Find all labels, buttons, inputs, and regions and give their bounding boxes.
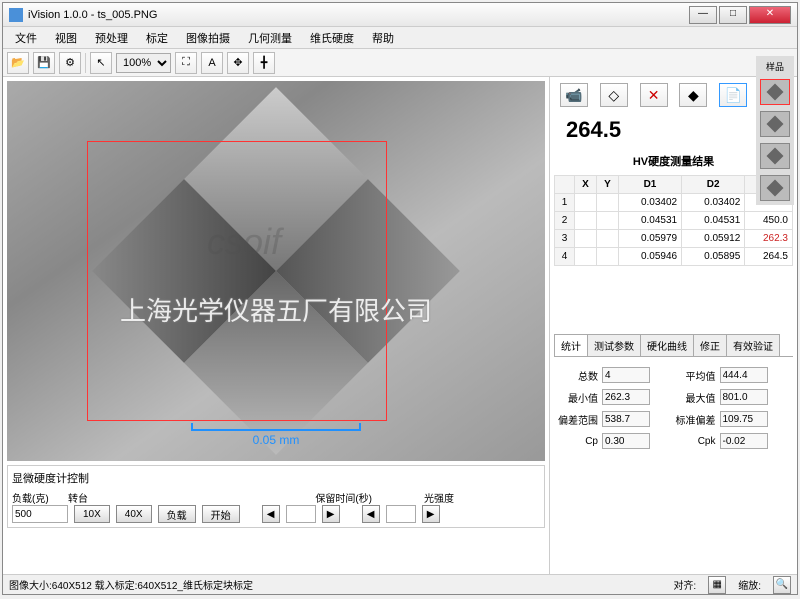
menubar: 文件 视图 预处理 标定 图像拍摄 几何测量 维氏硬度 帮助 xyxy=(3,27,797,49)
panel-title: 显微硬度计控制 xyxy=(12,470,540,486)
load-button[interactable]: 负载 xyxy=(158,505,196,523)
hold-next-button[interactable]: ▶ xyxy=(322,505,340,523)
selection-box[interactable] xyxy=(87,141,387,421)
table-row[interactable]: 30.059790.05912262.3 xyxy=(555,230,793,248)
light-label: 光强度 xyxy=(424,490,474,505)
hold-input[interactable] xyxy=(286,505,316,523)
stat-min xyxy=(602,389,650,405)
menu-file[interactable]: 文件 xyxy=(7,28,45,48)
tab-curve[interactable]: 硬化曲线 xyxy=(640,334,694,356)
close-button[interactable]: ✕ xyxy=(749,6,791,24)
stat-cp xyxy=(602,433,650,449)
minimize-button[interactable]: — xyxy=(689,6,717,24)
stat-avg xyxy=(720,367,768,383)
camera-icon[interactable]: 📹 xyxy=(560,83,588,107)
menu-help[interactable]: 帮助 xyxy=(364,28,402,48)
light-input[interactable] xyxy=(386,505,416,523)
scale-bar: 0.05 mm xyxy=(191,423,361,447)
window-title: iVision 1.0.0 - ts_005.PNG xyxy=(28,9,689,21)
diamond-icon[interactable]: ◇ xyxy=(600,83,628,107)
app-icon xyxy=(9,8,23,22)
menu-calibrate[interactable]: 标定 xyxy=(138,28,176,48)
pointer-icon[interactable]: ↖ xyxy=(90,52,112,74)
text-icon[interactable]: A xyxy=(201,52,223,74)
stat-stdev xyxy=(720,411,768,427)
turret-label: 转台 xyxy=(68,490,118,505)
thumbnail[interactable] xyxy=(760,175,790,201)
tab-correct[interactable]: 修正 xyxy=(693,334,727,356)
expand-icon[interactable]: ⛶ xyxy=(175,52,197,74)
turret-40x-button[interactable]: 40X xyxy=(116,505,152,523)
tab-params[interactable]: 测试参数 xyxy=(587,334,641,356)
light-prev-button[interactable]: ◀ xyxy=(362,505,380,523)
rotate-icon[interactable]: ◆ xyxy=(679,83,707,107)
toolbar: 📂 💾 ⚙ ↖ 100% ⛶ A ✥ ╋ xyxy=(3,49,797,77)
menu-capture[interactable]: 图像拍摄 xyxy=(178,28,238,48)
watermark-logo: csoif xyxy=(207,221,281,263)
thumbnail[interactable] xyxy=(760,111,790,137)
stats-tabs: 统计 测试参数 硬化曲线 修正 有效验证 xyxy=(554,334,793,357)
statusbar: 图像大小:640X512 载入标定:640X512_维氏标定块标定 对齐: ▦ … xyxy=(3,574,797,594)
watermark-text: 上海光学仪器五厂有限公司 xyxy=(7,291,545,328)
settings-icon[interactable]: ⚙ xyxy=(59,52,81,74)
status-zoom-label: 缩放: xyxy=(738,577,761,592)
crosshair-icon[interactable]: ╋ xyxy=(253,52,275,74)
turret-10x-button[interactable]: 10X xyxy=(74,505,110,523)
table-row[interactable]: 20.045310.04531450.0 xyxy=(555,212,793,230)
status-align-label: 对齐: xyxy=(673,577,696,592)
menu-view[interactable]: 视图 xyxy=(47,28,85,48)
tab-validate[interactable]: 有效验证 xyxy=(726,334,780,356)
scale-label: 0.05 mm xyxy=(191,433,361,447)
thumbnail-strip: 样品 xyxy=(756,56,794,205)
hardness-control-panel: 显微硬度计控制 负载(克) 转台 保留时间(秒) 光强度 10X 40X 负载 … xyxy=(7,465,545,528)
menu-preprocess[interactable]: 预处理 xyxy=(87,28,136,48)
zoom-button[interactable]: 🔍 xyxy=(773,576,791,594)
titlebar: iVision 1.0.0 - ts_005.PNG — □ ✕ xyxy=(3,3,797,27)
thumbnail[interactable] xyxy=(760,143,790,169)
thumbnail[interactable] xyxy=(760,79,790,105)
stats-panel: 总数 平均值 最小值 最大值 偏差范围 标准偏差 Cp Cpk xyxy=(554,361,793,455)
menu-vickers[interactable]: 维氏硬度 xyxy=(302,28,362,48)
stat-count xyxy=(602,367,650,383)
load-input[interactable] xyxy=(12,505,68,523)
stat-cpk xyxy=(720,433,768,449)
table-row[interactable]: 40.059460.05895264.5 xyxy=(555,248,793,266)
thumb-title: 样品 xyxy=(760,60,790,73)
stat-max xyxy=(720,389,768,405)
zoom-select[interactable]: 100% xyxy=(116,53,171,73)
image-viewport[interactable]: csoif 上海光学仪器五厂有限公司 0.05 mm xyxy=(7,81,545,461)
move-icon[interactable]: ✥ xyxy=(227,52,249,74)
maximize-button[interactable]: □ xyxy=(719,6,747,24)
load-label: 负载(克) xyxy=(12,490,62,505)
align-button[interactable]: ▦ xyxy=(708,576,726,594)
status-image-size: 图像大小:640X512 载入标定:640X512_维氏标定块标定 xyxy=(9,577,253,592)
hold-prev-button[interactable]: ◀ xyxy=(262,505,280,523)
menu-geometry[interactable]: 几何测量 xyxy=(240,28,300,48)
light-next-button[interactable]: ▶ xyxy=(422,505,440,523)
tab-stats[interactable]: 统计 xyxy=(554,334,588,356)
open-icon[interactable]: 📂 xyxy=(7,52,29,74)
save-icon[interactable]: 💾 xyxy=(33,52,55,74)
hold-label: 保留时间(秒) xyxy=(315,490,372,505)
start-button[interactable]: 开始 xyxy=(202,505,240,523)
delete-icon[interactable]: ✕ xyxy=(640,83,668,107)
report-icon[interactable]: 📄 xyxy=(719,83,747,107)
stat-range xyxy=(602,411,650,427)
